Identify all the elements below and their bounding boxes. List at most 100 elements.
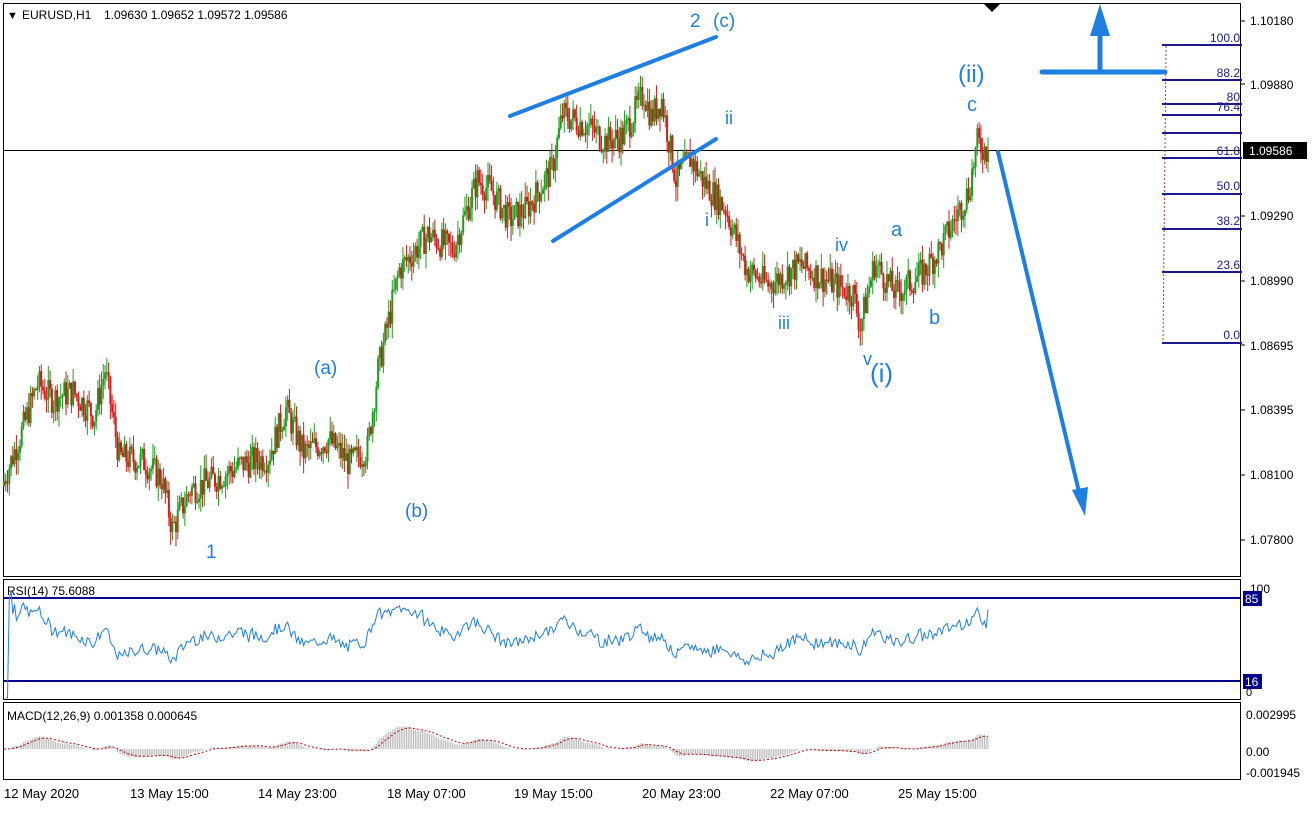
candle-body	[299, 430, 302, 452]
candle-body	[979, 137, 982, 153]
candle-body	[774, 282, 777, 294]
price-tick: 1.08695	[1250, 339, 1294, 353]
candle-body	[176, 509, 179, 533]
candle-body	[52, 406, 55, 413]
candle-body	[589, 118, 592, 125]
candle-body	[625, 120, 628, 125]
candle-body	[107, 372, 110, 377]
candle-body	[111, 404, 114, 412]
candle-body	[643, 104, 646, 107]
candle-body	[150, 468, 153, 472]
candle-body	[455, 244, 458, 258]
candle-body	[971, 168, 974, 196]
candle-body	[323, 447, 326, 452]
candle-body	[320, 452, 323, 454]
candle-body	[371, 412, 374, 434]
candle-body	[511, 219, 514, 226]
candle-body	[439, 248, 442, 257]
candle-body	[713, 182, 716, 211]
candle-body	[153, 458, 156, 460]
candle-body	[504, 204, 507, 228]
candle-body	[947, 221, 950, 238]
candle-body	[827, 280, 830, 282]
candle-body	[563, 103, 566, 119]
candle-body	[157, 468, 160, 487]
candle-body	[692, 158, 695, 172]
candle-body	[304, 443, 307, 459]
candle-body	[433, 229, 436, 238]
candle-body	[745, 268, 748, 276]
candle-body	[463, 210, 466, 216]
fib-label-100: 100.0	[1210, 31, 1240, 45]
candle-body	[27, 407, 30, 424]
candle-body	[605, 135, 608, 152]
time-label: 25 May 15:00	[898, 786, 977, 801]
candle-body	[749, 274, 752, 282]
candle-body	[100, 385, 103, 405]
candle-body	[228, 466, 231, 474]
candle-body	[659, 108, 661, 117]
candle-body	[281, 430, 284, 432]
candle-body	[380, 347, 383, 367]
candle-body	[561, 115, 564, 119]
candle-body	[293, 416, 296, 419]
fib-label-61: 61.8	[1217, 144, 1241, 158]
candle-body	[572, 109, 575, 120]
candle-body	[34, 389, 37, 391]
candle-body	[183, 506, 186, 514]
candle-body	[541, 189, 544, 194]
collapse-marker-icon[interactable]: ▼	[7, 10, 18, 22]
candle-body	[600, 149, 603, 152]
candle-body	[410, 262, 413, 267]
candle-body	[983, 146, 986, 160]
candle-body	[958, 203, 961, 210]
candle-body	[527, 201, 530, 217]
candle-body	[302, 434, 305, 459]
candle-body	[403, 257, 406, 259]
candle-body	[928, 253, 931, 276]
candle-body	[632, 123, 635, 133]
candle-body	[623, 124, 626, 145]
candle-body	[836, 273, 839, 298]
candle-body	[698, 173, 701, 177]
fib-label-23: 23.6	[1217, 258, 1241, 272]
candle-body	[104, 372, 107, 379]
candle-body	[341, 447, 344, 459]
candle-body	[276, 426, 279, 448]
candle-body	[788, 266, 791, 287]
candle-body	[935, 259, 938, 264]
candle-body	[59, 396, 62, 398]
candle-body	[588, 124, 591, 126]
price-tick: 1.09880	[1250, 78, 1294, 92]
candle-body	[338, 442, 341, 446]
candle-body	[822, 268, 825, 292]
candle-body	[708, 180, 711, 201]
candle-body	[616, 129, 619, 139]
candle-body	[875, 266, 878, 278]
candle-body	[284, 407, 287, 427]
candle-body	[742, 254, 745, 256]
wave-label-1: 1	[206, 542, 217, 563]
candle-body	[20, 426, 23, 446]
candle-body	[42, 386, 45, 391]
candle-body	[855, 293, 858, 314]
candle-body	[36, 385, 39, 390]
candle-body	[705, 176, 708, 189]
candle-body	[816, 265, 819, 289]
candle-body	[923, 263, 926, 285]
candle-body	[641, 86, 644, 107]
candle-body	[306, 443, 309, 445]
candle-body	[635, 96, 638, 100]
candle-body	[247, 462, 250, 478]
candle-body	[830, 268, 833, 293]
candle-body	[921, 259, 924, 285]
candle-body	[908, 270, 911, 290]
candle-body	[747, 268, 750, 282]
candle-body	[352, 447, 355, 454]
candle-body	[173, 521, 176, 523]
candle-body	[593, 125, 596, 133]
candle-body	[332, 433, 335, 444]
candle-body	[529, 201, 532, 217]
candle-body	[205, 468, 208, 481]
candle-body	[944, 226, 947, 234]
